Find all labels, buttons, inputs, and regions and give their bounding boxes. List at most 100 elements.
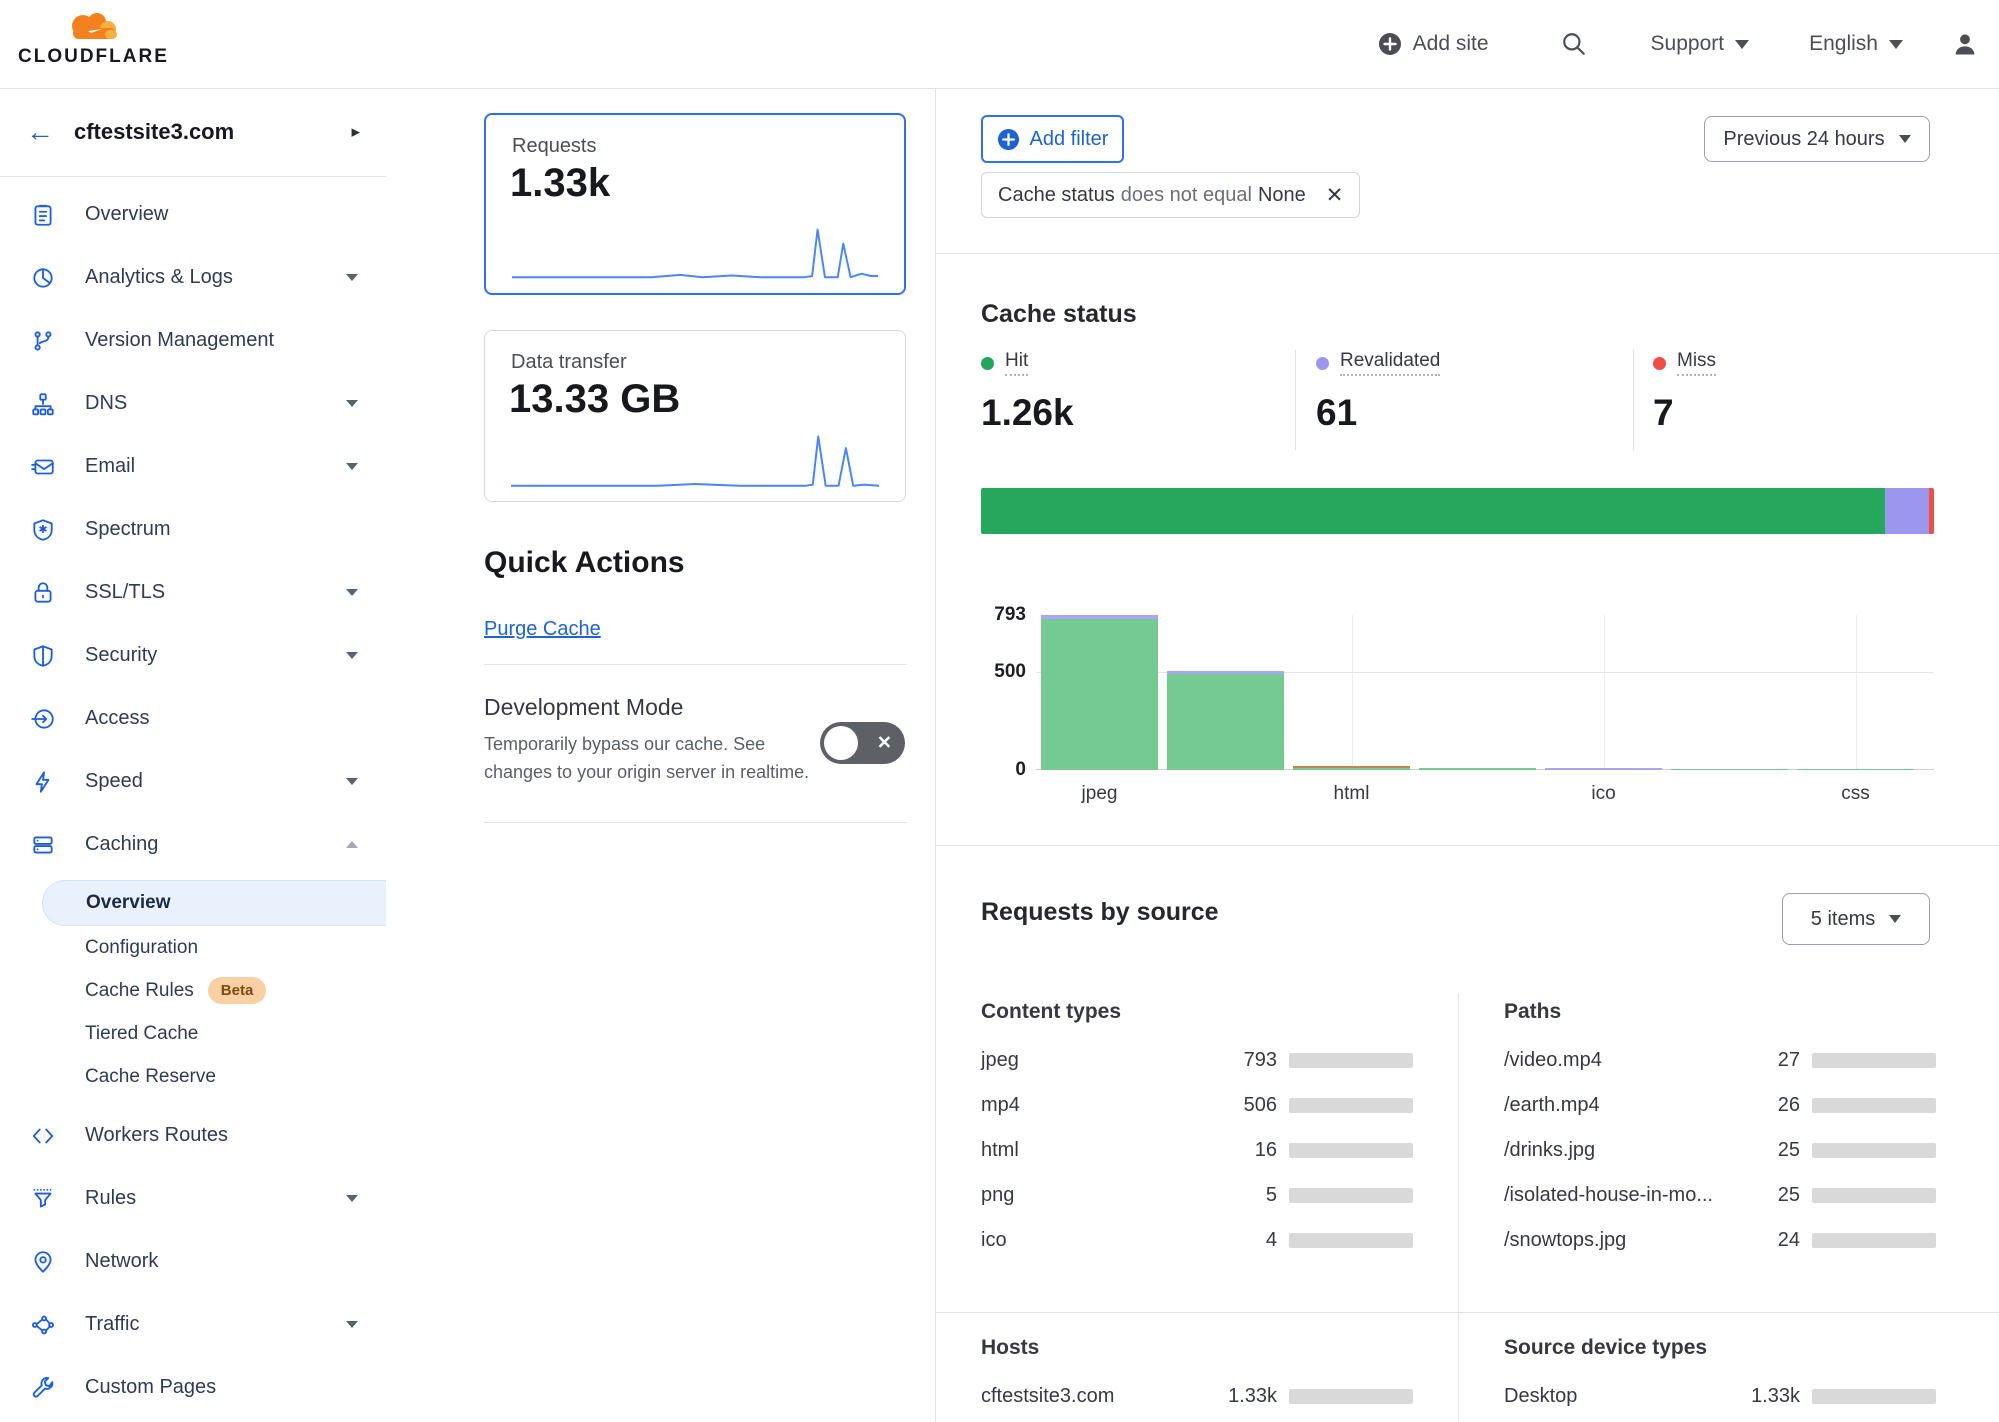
source-row-snowtops-jpg: /snowtops.jpg24 [1504, 1218, 1964, 1263]
development-mode-toggle[interactable]: ✕ [820, 722, 905, 764]
cloudflare-logo[interactable]: CLOUDFLARE [18, 8, 169, 68]
stat-value: 61 [1316, 392, 1440, 434]
email-icon [30, 454, 56, 480]
x-tick-label: html [1334, 783, 1370, 805]
sidebar-item-spectrum[interactable]: Spectrum [0, 498, 386, 561]
chart-bar-html [1293, 766, 1410, 770]
time-range-select[interactable]: Previous 24 hours [1704, 116, 1930, 162]
sidebar-subitem-label: Tiered Cache [85, 1023, 198, 1045]
data-transfer-sparkline [511, 433, 879, 491]
divider [1295, 350, 1296, 450]
bar-segment-hit [1419, 768, 1536, 770]
stackbar-segment-hit [981, 488, 1885, 534]
back-arrow-icon[interactable]: ← [26, 118, 54, 146]
sidebar-subitem-cache-rules[interactable]: Cache RulesBeta [0, 969, 386, 1012]
cache-status-stat-revalidated: Revalidated 61 [1316, 350, 1440, 434]
chevron-down-icon [346, 274, 358, 281]
stat-label[interactable]: Hit [1005, 350, 1028, 376]
sidebar-item-custom-pages[interactable]: Custom Pages [0, 1356, 386, 1419]
sidebar-item-label: Workers Routes [85, 1124, 228, 1147]
source-row-jpeg: jpeg793 [981, 1038, 1441, 1083]
cloudflare-cloud-icon [60, 8, 126, 40]
chevron-up-icon [346, 841, 358, 848]
chevron-down-icon [346, 652, 358, 659]
workers-icon [30, 1123, 56, 1149]
speed-icon [30, 769, 56, 795]
source-row-ico: ico4 [981, 1218, 1441, 1263]
source-column-hosts: Hostscftestsite3.com1.33k [981, 1336, 1441, 1419]
purge-cache-link[interactable]: Purge Cache [484, 618, 601, 641]
bar-segment-revalidated [1545, 768, 1662, 770]
miss-dot-icon [1653, 357, 1666, 370]
development-mode-description: Temporarily bypass our cache. See change… [484, 730, 814, 786]
sidebar-subitem-cache-reserve[interactable]: Cache Reserve [0, 1055, 386, 1098]
search-button[interactable] [1561, 31, 1587, 57]
data-transfer-metric-card[interactable]: Data transfer 13.33 GB [484, 330, 906, 502]
sidebar-item-traffic[interactable]: Traffic [0, 1293, 386, 1356]
requests-by-source-title: Requests by source [981, 898, 1219, 927]
sidebar-item-rules[interactable]: Rules [0, 1167, 386, 1230]
sidebar-item-security[interactable]: Security [0, 624, 386, 687]
chart-bar-css [1797, 769, 1914, 770]
source-row-earth-mp4: /earth.mp426 [1504, 1083, 1964, 1128]
source-row-cftestsite3-com: cftestsite3.com1.33k [981, 1374, 1441, 1419]
chevron-down-icon [346, 463, 358, 470]
language-menu[interactable]: English [1809, 32, 1903, 56]
sidebar-item-overview[interactable]: Overview [0, 183, 386, 246]
sidebar-subitem-overview[interactable]: Overview [42, 880, 386, 926]
site-name: cftestsite3.com [74, 119, 351, 145]
sidebar-item-speed[interactable]: Speed [0, 750, 386, 813]
stat-label[interactable]: Miss [1677, 350, 1716, 376]
search-icon [1561, 31, 1587, 57]
summary-column: Requests 1.33k Data transfer 13.33 GB Qu… [386, 88, 935, 1422]
stackbar-segment-miss [1929, 488, 1934, 534]
rules-icon [30, 1186, 56, 1212]
sidebar-item-network[interactable]: Network [0, 1230, 386, 1293]
usage-bar [1812, 1389, 1936, 1404]
divider [936, 845, 1999, 846]
network-icon [30, 1249, 56, 1275]
remove-filter-icon[interactable]: ✕ [1326, 183, 1344, 208]
divider [1458, 993, 1459, 1312]
site-switcher-caret-icon[interactable]: ▸ [351, 122, 360, 142]
filter-chip[interactable]: Cache status does not equal None ✕ [981, 172, 1360, 218]
add-filter-label: Add filter [1030, 128, 1109, 151]
support-menu[interactable]: Support [1651, 32, 1750, 56]
sidebar-item-caching[interactable]: Caching [0, 813, 386, 876]
sidebar-item-access[interactable]: Access [0, 687, 386, 750]
chevron-down-icon [1735, 40, 1749, 49]
data-transfer-label: Data transfer [511, 351, 627, 374]
requests-label: Requests [512, 135, 597, 158]
sidebar-item-analytics-logs[interactable]: Analytics & Logs [0, 246, 386, 309]
add-filter-button[interactable]: Add filter [981, 115, 1124, 163]
items-count-select[interactable]: 5 items [1782, 893, 1930, 945]
chevron-down-icon [346, 778, 358, 785]
account-menu[interactable] [1951, 30, 1979, 58]
source-column-heading: Content types [981, 1000, 1441, 1024]
sidebar-subitem-configuration[interactable]: Configuration [0, 926, 386, 969]
time-range-value: Previous 24 hours [1723, 128, 1884, 151]
gridline [1604, 615, 1605, 770]
source-row-desktop: Desktop1.33k [1504, 1374, 1964, 1419]
sidebar-item-label: Analytics & Logs [85, 266, 233, 289]
source-row-value: 25 [1504, 1139, 1800, 1162]
sidebar-item-version-management[interactable]: Version Management [0, 309, 386, 372]
sidebar-item-dns[interactable]: DNS [0, 372, 386, 435]
divider [484, 664, 907, 665]
bar-segment-hit [1167, 674, 1284, 770]
source-row-drinks-jpg: /drinks.jpg25 [1504, 1128, 1964, 1173]
stat-label[interactable]: Revalidated [1340, 350, 1440, 376]
revalidated-dot-icon [1316, 357, 1329, 370]
sidebar-item-workers-routes[interactable]: Workers Routes [0, 1104, 386, 1167]
access-icon [30, 706, 56, 732]
requests-metric-card[interactable]: Requests 1.33k [484, 113, 906, 295]
sidebar-subitem-tiered-cache[interactable]: Tiered Cache [0, 1012, 386, 1055]
sidebar-item-email[interactable]: Email [0, 435, 386, 498]
sidebar: ← cftestsite3.com ▸ Overview Analytics & … [0, 88, 387, 1422]
stat-value: 1.26k [981, 392, 1074, 434]
usage-bar [1289, 1053, 1413, 1068]
analytics-icon [30, 265, 56, 291]
add-site-button[interactable]: Add site [1378, 32, 1489, 56]
sidebar-item-ssl-tls[interactable]: SSL/TLS [0, 561, 386, 624]
source-row-png: png5 [981, 1173, 1441, 1218]
